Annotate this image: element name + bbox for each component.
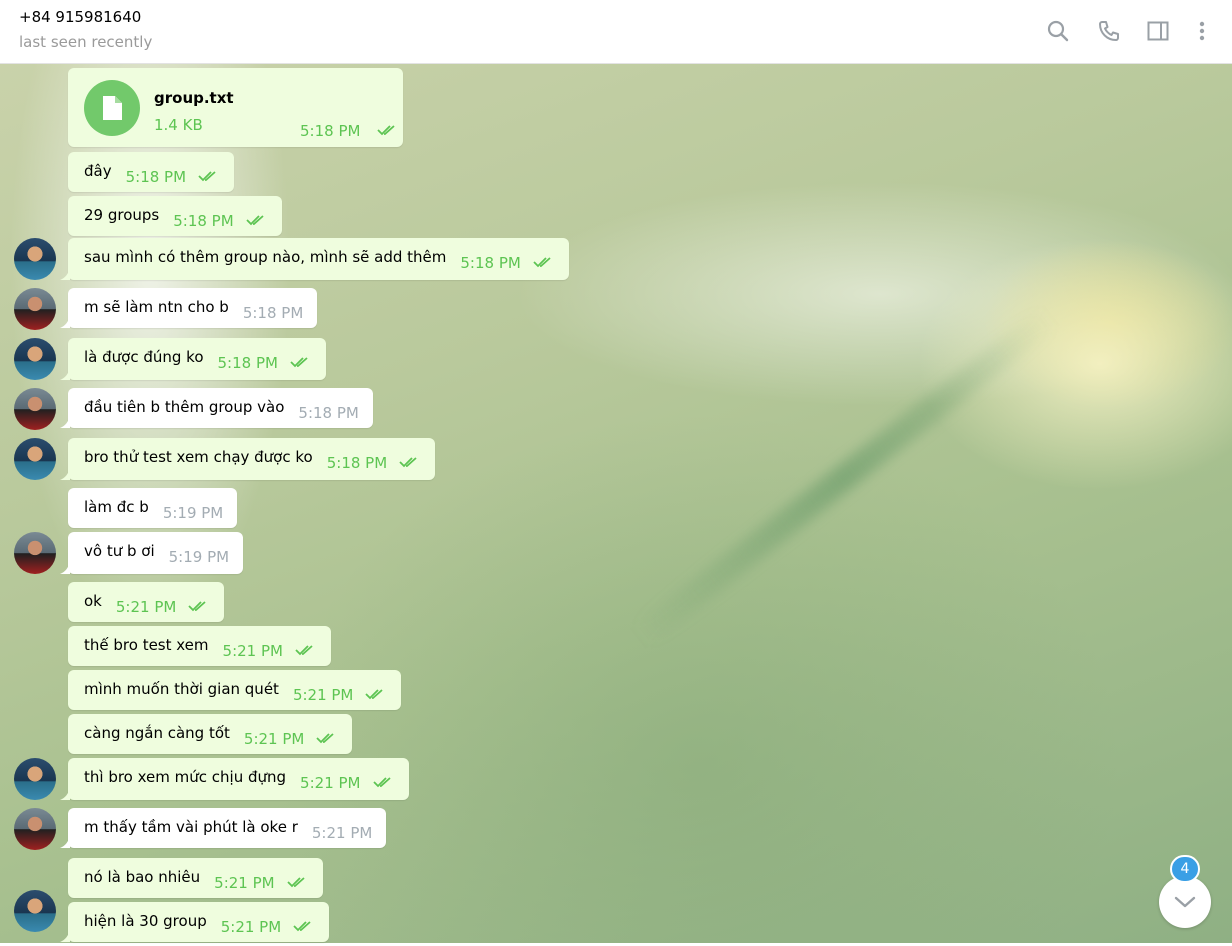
message-text: đầu tiên b thêm group vào [84, 398, 285, 416]
message-time: 5:21 PM [244, 730, 338, 749]
bubble-tail [60, 786, 70, 800]
message-bubble[interactable]: là được đúng ko 5:18 PM [60, 338, 326, 380]
file-message[interactable]: group.txt 1.4 KB 5:18 PM [68, 68, 403, 147]
message-bubble[interactable]: 29 groups 5:18 PM [68, 196, 282, 236]
message-text: ok [84, 592, 102, 610]
bubble-tail [60, 466, 70, 480]
message-time: 5:18 PM [126, 168, 220, 187]
message-text: 29 groups [84, 206, 160, 224]
message-time: 5:21 PM [116, 598, 210, 617]
message-time: 5:18 PM [460, 254, 554, 273]
message-time: 5:21 PM [223, 642, 317, 661]
message-time: 5:18 PM [327, 454, 421, 473]
read-checks-icon [246, 212, 268, 230]
read-checks-icon [290, 354, 312, 372]
message-time: 5:21 PM [221, 918, 315, 937]
bubble-tail [60, 414, 70, 428]
bubble-tail [60, 266, 70, 280]
scroll-down-button[interactable] [1159, 876, 1211, 928]
read-checks-icon [286, 874, 309, 892]
message-bubble[interactable]: sau mình có thêm group nào, mình sẽ add … [60, 238, 569, 280]
message-text: thì bro xem mức chịu đựng [84, 768, 287, 786]
read-checks-icon [399, 454, 421, 472]
message-bubble[interactable]: thì bro xem mức chịu đựng 5:21 PM [60, 758, 409, 800]
message-time: 5:18 PM [173, 212, 267, 231]
message-bubble[interactable]: bro thử test xem chạy được ko 5:18 PM [60, 438, 436, 480]
message-bubble[interactable]: vô tư b ơi 5:19 PM [60, 532, 244, 574]
read-checks-icon [377, 122, 399, 140]
message-text: thế bro test xem [84, 636, 209, 654]
avatar[interactable] [14, 758, 56, 800]
message-time: 5:19 PM [162, 504, 224, 522]
wallpaper-decoration [631, 306, 1058, 648]
avatar[interactable] [14, 532, 56, 574]
read-checks-icon [198, 168, 220, 186]
file-icon[interactable] [84, 80, 140, 136]
file-size: 1.4 KB [154, 116, 203, 134]
message-bubble[interactable]: nó là bao nhiêu 5:21 PM [68, 858, 323, 898]
peer-name[interactable]: +84 915981640 [19, 8, 141, 26]
message-text: bro thử test xem chạy được ko [84, 448, 313, 466]
message-bubble[interactable]: đây 5:18 PM [68, 152, 235, 192]
read-checks-icon [533, 254, 555, 272]
more-vert-icon[interactable] [1189, 18, 1215, 44]
message-bubble[interactable]: làm đc b 5:19 PM [68, 488, 238, 528]
avatar[interactable] [14, 808, 56, 850]
sidebar-toggle-icon[interactable] [1145, 18, 1171, 44]
message-time: 5:18 PM [218, 354, 312, 373]
read-checks-icon [365, 686, 387, 704]
message-bubble[interactable]: thế bro test xem 5:21 PM [68, 626, 331, 666]
message-bubble[interactable]: mình muốn thời gian quét 5:21 PM [68, 670, 402, 710]
read-checks-icon [188, 598, 210, 616]
message-text: m sẽ làm ntn cho b [84, 298, 229, 316]
message-text: là được đúng ko [84, 348, 204, 366]
message-text: càng ngắn càng tốt [84, 724, 230, 742]
read-checks-icon [316, 730, 338, 748]
read-checks-icon [295, 642, 317, 660]
avatar[interactable] [14, 288, 56, 330]
message-text: nó là bao nhiêu [84, 868, 201, 886]
message-time: 5:21 PM [214, 874, 308, 893]
search-icon[interactable] [1045, 18, 1071, 44]
phone-icon[interactable] [1096, 18, 1122, 44]
bubble-tail [60, 560, 70, 574]
message-time: 5:18 PM [242, 304, 304, 322]
read-checks-icon [293, 918, 315, 936]
message-time: 5:18 PM [298, 404, 359, 422]
message-text: làm đc b [84, 498, 149, 516]
avatar[interactable] [14, 438, 56, 480]
peer-status: last seen recently [19, 33, 153, 51]
message-bubble[interactable]: m sẽ làm ntn cho b 5:18 PM [60, 288, 318, 328]
message-time: 5:21 PM [293, 686, 387, 705]
file-name[interactable]: group.txt [154, 89, 234, 107]
avatar[interactable] [14, 890, 56, 932]
message-text: hiện là 30 group [84, 912, 207, 930]
message-time: 5:19 PM [168, 548, 230, 566]
read-checks-icon [372, 774, 395, 792]
message-bubble[interactable]: hiện là 30 group 5:21 PM [60, 902, 330, 942]
unread-badge: 4 [1170, 855, 1200, 883]
bubble-tail [60, 366, 70, 380]
message-text: m thấy tầm vài phút là oke r [84, 818, 298, 836]
message-text: đây [84, 162, 112, 180]
message-time: 5:21 PM [311, 824, 373, 842]
avatar[interactable] [14, 338, 56, 380]
chevron-down-icon [1174, 896, 1196, 908]
bubble-tail [60, 928, 70, 942]
message-bubble[interactable]: càng ngắn càng tốt 5:21 PM [68, 714, 353, 754]
message-time: 5:18 PM [300, 122, 399, 141]
message-text: sau mình có thêm group nào, mình sẽ add … [84, 248, 447, 266]
message-bubble[interactable]: ok 5:21 PM [68, 582, 225, 622]
message-bubble[interactable]: đầu tiên b thêm group vào 5:18 PM [60, 388, 373, 428]
message-text: vô tư b ơi [84, 542, 155, 560]
bubble-tail [60, 314, 70, 328]
message-bubble[interactable]: m thấy tầm vài phút là oke r 5:21 PM [60, 808, 387, 848]
message-text: mình muốn thời gian quét [84, 680, 279, 698]
message-time: 5:21 PM [300, 774, 394, 793]
bubble-tail [60, 834, 70, 848]
chat-header: +84 915981640 last seen recently [0, 0, 1232, 64]
avatar[interactable] [14, 238, 56, 280]
avatar[interactable] [14, 388, 56, 430]
